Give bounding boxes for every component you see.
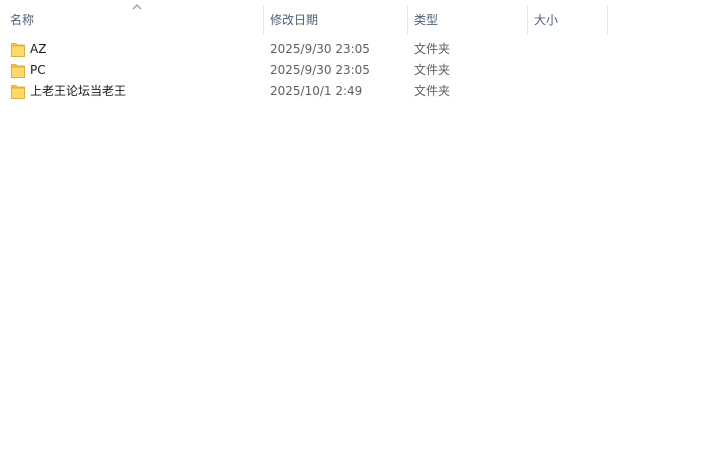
file-name: 上老王论坛当老王 — [30, 84, 127, 98]
folder-icon — [11, 64, 25, 78]
modified-date: 2025/9/30 23:05 — [270, 42, 370, 56]
file-size — [534, 81, 604, 102]
file-name: AZ — [30, 42, 47, 56]
column-header-size-label: 大小 — [534, 13, 559, 27]
chevron-up-icon — [132, 4, 142, 10]
file-size — [534, 60, 604, 81]
folder-icon — [11, 85, 25, 99]
list-item[interactable]: 上老王论坛当老王 2025/10/1 2:49 文件夹 — [0, 81, 715, 102]
file-type: 文件夹 — [414, 63, 451, 77]
file-type: 文件夹 — [414, 42, 451, 56]
file-type: 文件夹 — [414, 84, 451, 98]
folder-icon — [11, 43, 25, 57]
column-header-size[interactable]: 大小 — [528, 0, 608, 36]
file-size — [534, 39, 604, 60]
list-item[interactable]: AZ 2025/9/30 23:05 文件夹 — [0, 39, 715, 60]
column-header-date-label: 修改日期 — [270, 13, 319, 27]
file-list: AZ 2025/9/30 23:05 文件夹 PC 2025/9/30 23:0… — [0, 39, 715, 102]
list-item[interactable]: PC 2025/9/30 23:05 文件夹 — [0, 60, 715, 81]
file-explorer-list-view: 名称 修改日期 类型 大小 AZ 2025/9/30 23:05 文件夹 PC … — [0, 0, 715, 467]
file-name-cell: AZ — [11, 39, 261, 60]
file-name-cell: PC — [11, 60, 261, 81]
modified-date: 2025/10/1 2:49 — [270, 84, 363, 98]
column-header-type[interactable]: 类型 — [408, 0, 528, 36]
column-header-name[interactable]: 名称 — [4, 0, 264, 36]
file-name-cell: 上老王论坛当老王 — [11, 81, 261, 102]
column-header-date[interactable]: 修改日期 — [264, 0, 408, 36]
column-header-type-label: 类型 — [414, 13, 439, 27]
column-header-name-label: 名称 — [10, 13, 35, 27]
file-name: PC — [30, 63, 46, 77]
modified-date: 2025/9/30 23:05 — [270, 63, 370, 77]
column-header-bar: 名称 修改日期 类型 大小 — [0, 0, 715, 36]
